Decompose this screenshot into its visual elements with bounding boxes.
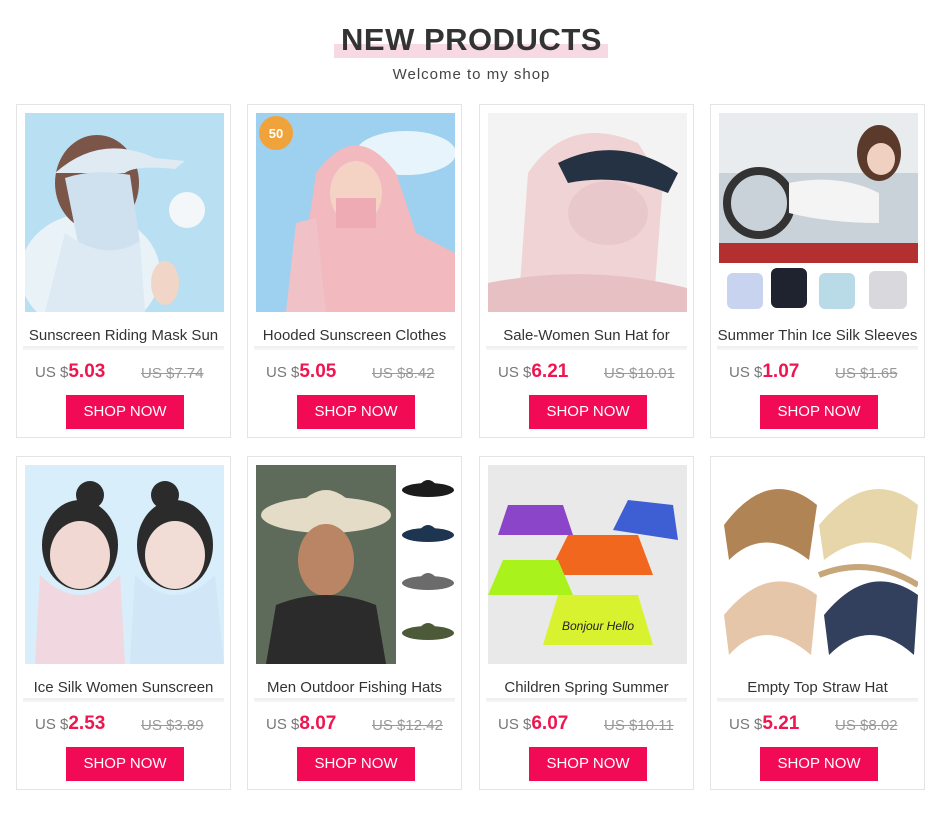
product-card[interactable]: Summer Thin Ice Silk Sleeves US $1.07 US… [710,104,925,438]
price-row: US $1.07 US $1.65 [729,361,918,387]
product-image[interactable] [719,113,918,312]
price-row: US $2.53 US $3.89 [35,713,224,739]
product-card[interactable]: Sale-Women Sun Hat for US $6.21 US $10.0… [479,104,694,438]
product-image[interactable] [719,465,918,664]
hat-print-text: Bonjour Hello [562,619,634,633]
shop-now-button[interactable]: SHOP NOW [760,747,878,781]
original-price: US $10.01 [604,365,675,382]
product-card[interactable]: Ice Silk Women Sunscreen US $2.53 US $3.… [16,456,231,790]
product-name[interactable]: Empty Top Straw Hat [717,677,918,699]
product-image[interactable] [25,113,224,312]
price-currency: US $ [266,364,300,381]
price-currency: US $ [35,364,69,381]
shop-now-button[interactable]: SHOP NOW [66,747,184,781]
price-row: US $5.21 US $8.02 [729,713,918,739]
shop-now-button[interactable]: SHOP NOW [66,395,184,429]
product-image[interactable]: Bonjour Hello [488,465,687,664]
original-price: US $1.65 [835,365,898,382]
price-row: US $6.21 US $10.01 [498,361,687,387]
original-price: US $8.02 [835,717,898,734]
product-name[interactable]: Hooded Sunscreen Clothes [254,325,455,347]
sale-price: 5.21 [762,713,800,734]
product-image[interactable] [25,465,224,664]
product-image[interactable]: 50 [256,113,455,312]
price-currency: US $ [498,364,532,381]
price-currency: US $ [266,716,300,733]
price-currency: US $ [729,716,763,733]
sale-price: 8.07 [299,713,337,734]
original-price: US $12.42 [372,717,443,734]
original-price: US $7.74 [141,365,204,382]
sale-price: 2.53 [68,713,106,734]
page-subtitle: Welcome to my shop [392,66,551,83]
sale-price: 5.03 [68,361,106,382]
price-row: US $8.07 US $12.42 [266,713,455,739]
price-currency: US $ [35,716,69,733]
product-name[interactable]: Ice Silk Women Sunscreen [23,677,224,699]
price-row: US $6.07 US $10.11 [498,713,687,739]
shop-now-button[interactable]: SHOP NOW [297,747,415,781]
price-currency: US $ [729,364,763,381]
sale-price: 6.21 [531,361,569,382]
page-header: NEW PRODUCTS Welcome to my shop [0,0,943,100]
product-card[interactable]: Bonjour Hello Children Spring Summer US … [479,456,694,790]
original-price: US $10.11 [604,717,674,734]
original-price: US $3.89 [141,717,204,734]
product-name[interactable]: Summer Thin Ice Silk Sleeves [717,325,918,347]
shop-now-button[interactable]: SHOP NOW [529,395,647,429]
shop-now-button[interactable]: SHOP NOW [760,395,878,429]
price-row: US $5.03 US $7.74 [35,361,224,387]
price-row: US $5.05 US $8.42 [266,361,455,387]
sale-price: 5.05 [299,361,337,382]
page-title: NEW PRODUCTS [341,22,602,57]
original-price: US $8.42 [372,365,435,382]
product-card[interactable]: Empty Top Straw Hat US $5.21 US $8.02 SH… [710,456,925,790]
product-image[interactable] [488,113,687,312]
product-image[interactable] [256,465,455,664]
product-name[interactable]: Children Spring Summer [486,677,687,699]
shop-now-button[interactable]: SHOP NOW [529,747,647,781]
product-name[interactable]: Sunscreen Riding Mask Sun [23,325,224,347]
price-currency: US $ [498,716,532,733]
shop-now-button[interactable]: SHOP NOW [297,395,415,429]
discount-badge: 50 [269,126,283,141]
sale-price: 1.07 [762,361,800,382]
product-card[interactable]: Men Outdoor Fishing Hats US $8.07 US $12… [247,456,462,790]
product-card[interactable]: 50 Hooded Sunscreen Clothes US $5.05 US … [247,104,462,438]
product-name[interactable]: Men Outdoor Fishing Hats [254,677,455,699]
product-card[interactable]: Sunscreen Riding Mask Sun US $5.03 US $7… [16,104,231,438]
product-name[interactable]: Sale-Women Sun Hat for [486,325,687,347]
sale-price: 6.07 [531,713,569,734]
